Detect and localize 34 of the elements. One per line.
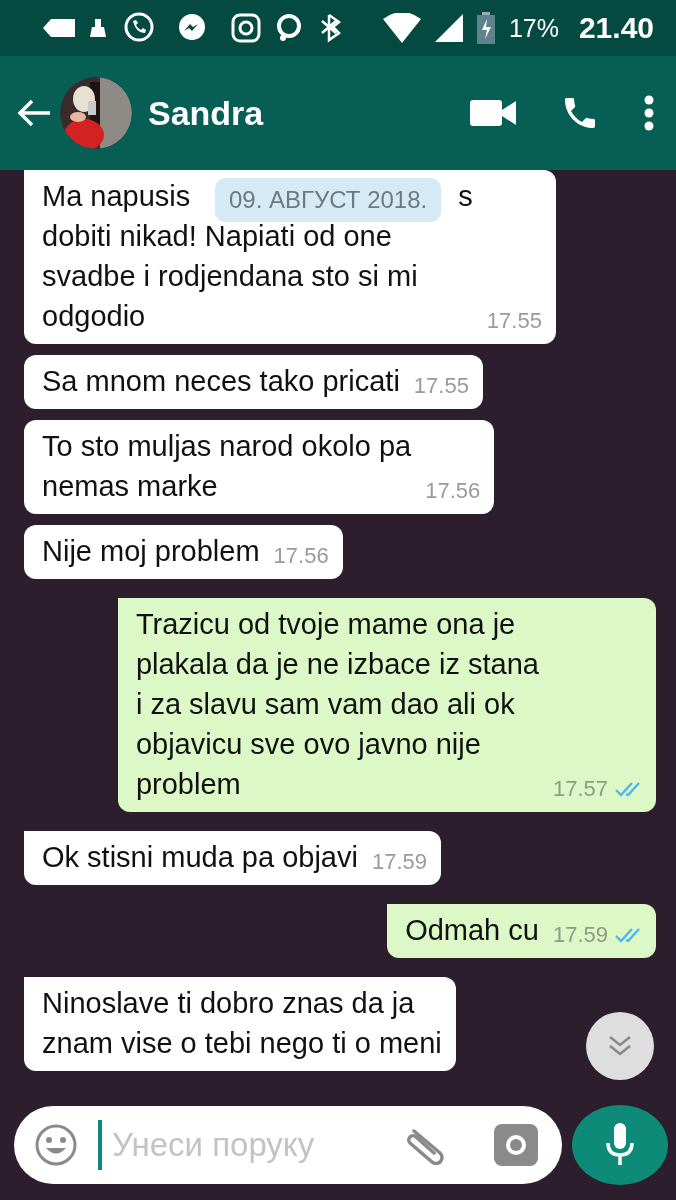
camera-icon[interactable] [494,1124,538,1166]
message-time: 17.56 [273,542,329,570]
message-bar[interactable]: Унеси поруку [14,1106,562,1184]
message-time: 17.59 [371,848,427,876]
message-time: 17.55 [413,372,469,400]
video-camera-icon[interactable] [470,98,516,128]
double-chevron-down-icon [607,1034,633,1058]
text-cursor [98,1120,102,1170]
message-field[interactable]: Унеси поруку [112,1126,394,1164]
message-text: s [458,179,473,214]
message-text: Trazicu od tvoje mame ona je plakala da je ne izbace iz stana i za slavu sam vam dao ali ok objavicu sve ovo javno nije problem [135,607,539,802]
message-text: Ninoslave ti dobro znas da ja znam vise o tebi nego ti o meni [42,986,442,1061]
battery-icon [476,12,495,44]
back-arrow-icon[interactable] [16,98,52,128]
message-text: Nije moj problem [42,534,260,569]
emoji-icon[interactable] [34,1123,78,1167]
message-text: Ok stisni muda pa objavi [42,840,358,875]
clock: 21.40 [578,11,654,45]
message-text: Sa mnom neces tako pricati [42,364,400,399]
date-badge: 09. АВГУСТ 2018. [215,178,442,222]
wifi-icon [382,13,421,43]
message-text: Odmah cu [405,913,539,948]
battery-percent: 17% [508,13,559,43]
message-text: dobiti nikad! Napiati od one svadbe i rodjendana sto si mi odgodio [42,219,419,334]
message-time: 17.59 [552,921,608,949]
message-time: 17.55 [486,307,542,335]
message-time: 17.56 [425,477,481,505]
message-text: Ma napusis [42,179,191,214]
message-time: 17.57 [552,775,608,803]
microphone-icon [605,1123,635,1167]
signal-icon [434,14,463,42]
message-text: To sto muljas narod okolo pa nemas marke [42,429,412,504]
more-options-icon[interactable] [644,95,654,131]
contact-name[interactable]: Sandra [148,93,426,133]
